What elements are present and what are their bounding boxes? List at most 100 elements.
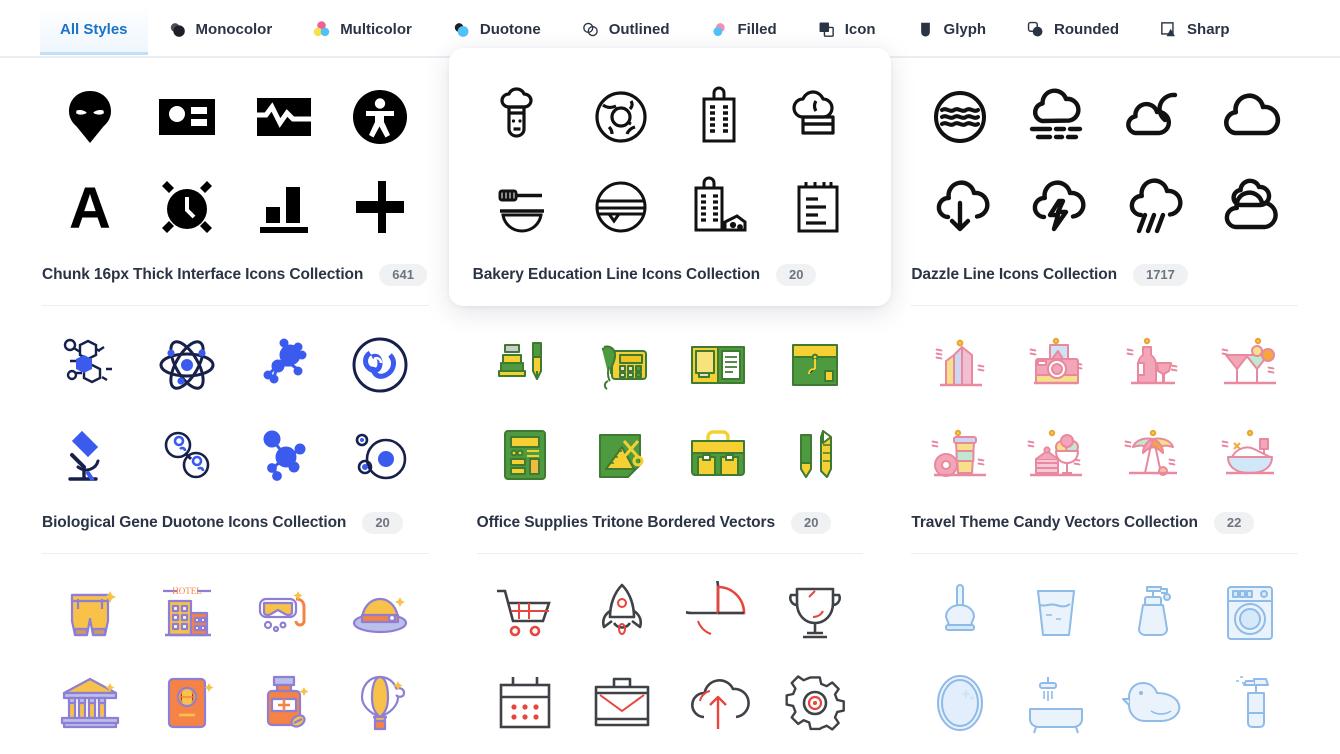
- honey-dipper-bowl-icon[interactable]: [490, 175, 554, 239]
- cell-division-icon[interactable]: [155, 423, 219, 487]
- tab-label: Icon: [844, 20, 876, 38]
- grater-icon[interactable]: [687, 85, 751, 149]
- hotel-icon[interactable]: HOTEL: [155, 581, 219, 645]
- molecule-structure-icon[interactable]: [58, 333, 122, 397]
- collection-count-badge: 20: [362, 512, 403, 535]
- cocktails-icon[interactable]: [1218, 333, 1282, 397]
- clouds-icon[interactable]: [1218, 175, 1282, 239]
- collection-card[interactable]: [453, 554, 888, 754]
- collection-card[interactable]: Dazzle Line Icons Collection 1717: [887, 58, 1322, 306]
- ink-pen-icon[interactable]: [493, 333, 557, 397]
- tab-multicolor[interactable]: Multicolor: [292, 5, 432, 53]
- molecule-node-icon[interactable]: [252, 333, 316, 397]
- bathtub-shower-icon[interactable]: [1024, 671, 1088, 735]
- snorkel-mask-icon[interactable]: [252, 581, 316, 645]
- briefcase-mail-icon[interactable]: [590, 671, 654, 735]
- icon-preview-grid: HOTEL: [42, 568, 429, 748]
- museum-icon[interactable]: [58, 671, 122, 735]
- chef-icon[interactable]: [490, 85, 554, 149]
- moon-cloud-icon[interactable]: [1121, 85, 1185, 149]
- chef-hat-icon[interactable]: [786, 85, 850, 149]
- rubber-duck-icon[interactable]: [1121, 671, 1185, 735]
- tab-all-styles[interactable]: All Styles: [40, 5, 148, 55]
- spray-bottle-icon[interactable]: [1218, 671, 1282, 735]
- calculator-icon[interactable]: [493, 423, 557, 487]
- pie-chart-icon[interactable]: [686, 581, 750, 645]
- wine-bottle-icon[interactable]: [1121, 333, 1185, 397]
- icon-preview-grid: [911, 568, 1298, 748]
- activity-chart-icon[interactable]: [252, 85, 316, 149]
- medicine-bottle-icon[interactable]: [252, 671, 316, 735]
- tab-glyph[interactable]: Glyph: [896, 5, 1007, 53]
- open-folder-icon[interactable]: [686, 333, 750, 397]
- id-card-icon[interactable]: [155, 85, 219, 149]
- soap-dispenser-icon[interactable]: [1121, 581, 1185, 645]
- collection-card[interactable]: Office Supplies Tritone Bordered Vectors…: [453, 306, 888, 554]
- fog-cloud-icon[interactable]: [1024, 85, 1088, 149]
- shopping-cart-icon[interactable]: [493, 581, 557, 645]
- rocket-icon[interactable]: [590, 581, 654, 645]
- scissors-ruler-icon[interactable]: [590, 423, 654, 487]
- alarm-clock-icon[interactable]: [155, 175, 219, 239]
- bathtub-icon[interactable]: [1218, 423, 1282, 487]
- washing-machine-icon[interactable]: [1218, 581, 1282, 645]
- hot-air-balloon-icon[interactable]: [348, 671, 412, 735]
- tab-monocolor[interactable]: Monocolor: [148, 5, 293, 53]
- letter-a-icon[interactable]: A: [58, 175, 122, 239]
- icon-icon: [817, 20, 836, 39]
- tab-filled[interactable]: Filled: [690, 5, 797, 53]
- tab-sharp[interactable]: Sharp: [1139, 5, 1250, 53]
- collection-footer: [477, 748, 864, 754]
- grater-cheese-icon[interactable]: [687, 175, 751, 239]
- envelope-pouch-icon[interactable]: [783, 333, 847, 397]
- tab-duotone[interactable]: Duotone: [432, 5, 561, 53]
- desk-phone-icon[interactable]: [590, 333, 654, 397]
- briefcase-icon[interactable]: [686, 423, 750, 487]
- burger-icon[interactable]: [589, 175, 653, 239]
- sun-hat-icon[interactable]: [348, 581, 412, 645]
- cloud-download-icon[interactable]: [928, 175, 992, 239]
- notepad-icon[interactable]: [786, 175, 850, 239]
- monocolor-icon: [168, 20, 187, 39]
- gear-icon[interactable]: [783, 671, 847, 735]
- atom-icon[interactable]: [155, 333, 219, 397]
- calendar-icon[interactable]: [493, 671, 557, 735]
- collection-card[interactable]: [887, 554, 1322, 754]
- accessibility-icon[interactable]: [348, 85, 412, 149]
- collection-card[interactable]: A Chunk 16px Thick Interface Icons Colle…: [18, 58, 453, 306]
- collection-footer: Office Supplies Tritone Bordered Vectors…: [477, 500, 864, 548]
- shorts-icon[interactable]: [58, 581, 122, 645]
- cloud-upload-icon[interactable]: [686, 671, 751, 735]
- mirror-icon[interactable]: [928, 671, 992, 735]
- bar-chart-icon[interactable]: [252, 175, 316, 239]
- thunder-cloud-icon[interactable]: [1024, 175, 1088, 239]
- cake-icecream-icon[interactable]: [1024, 423, 1088, 487]
- dna-circle-icon[interactable]: [348, 333, 412, 397]
- coffee-donut-icon[interactable]: [928, 423, 992, 487]
- cloud-icon[interactable]: [1218, 85, 1282, 149]
- tab-icon[interactable]: Icon: [797, 5, 896, 53]
- pencil-cutter-icon[interactable]: [783, 423, 847, 487]
- collection-card[interactable]: Bakery Education Line Icons Collection 2…: [448, 48, 892, 306]
- collection-card[interactable]: Biological Gene Duotone Icons Collection…: [18, 306, 453, 554]
- trophy-icon[interactable]: [783, 581, 847, 645]
- palm-tree-icon[interactable]: [1121, 423, 1185, 487]
- cell-icon[interactable]: [348, 423, 412, 487]
- collection-card[interactable]: HOTEL: [18, 554, 453, 754]
- alien-head-icon[interactable]: [58, 85, 122, 149]
- align-center-icon[interactable]: [348, 175, 412, 239]
- water-glass-icon[interactable]: [1024, 581, 1088, 645]
- camera-icon[interactable]: [1024, 333, 1088, 397]
- molecule-network-icon[interactable]: [252, 423, 316, 487]
- rain-cloud-icon[interactable]: [1121, 175, 1185, 239]
- microscope-icon[interactable]: [58, 423, 122, 487]
- tab-label: Monocolor: [195, 20, 273, 38]
- wind-circle-icon[interactable]: [928, 85, 992, 149]
- passport-icon[interactable]: [155, 671, 219, 735]
- tab-outlined[interactable]: Outlined: [561, 5, 690, 53]
- tab-rounded[interactable]: Rounded: [1006, 5, 1139, 53]
- plunger-icon[interactable]: [928, 581, 992, 645]
- city-buildings-icon[interactable]: [928, 333, 992, 397]
- donut-icon[interactable]: [589, 85, 653, 149]
- collection-card[interactable]: Travel Theme Candy Vectors Collection 22: [887, 306, 1322, 554]
